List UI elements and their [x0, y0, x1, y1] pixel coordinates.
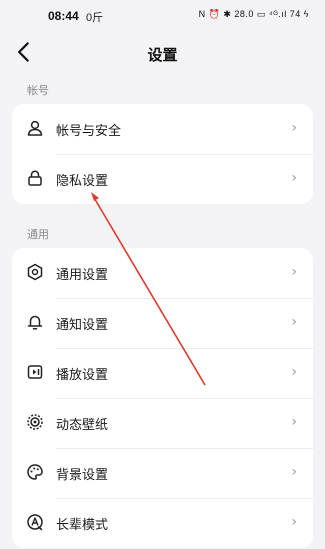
- settings-item-label: 帐号与安全: [56, 124, 122, 139]
- general-card: 通用设置 › 通知设置 › 播放设置 › 动态壁纸 › 背景设置 › 长辈模式 …: [12, 248, 313, 548]
- play-settings-icon: [26, 363, 44, 381]
- elder-mode-icon: [26, 513, 44, 531]
- gear-icon: [26, 263, 44, 281]
- status-icons: N ⏰ ✱ 28.0 ▭ ⁴ᴳ.ıl 74 ϟ: [198, 9, 309, 19]
- chevron-right-icon: ›: [291, 314, 297, 330]
- lock-icon: [26, 169, 44, 187]
- chevron-right-icon: ›: [291, 514, 297, 530]
- chevron-right-icon: ›: [291, 414, 297, 430]
- chevron-right-icon: ›: [291, 170, 297, 186]
- nav-bar: 设置: [0, 32, 325, 74]
- account-card: 帐号与安全 › 隐私设置 ›: [12, 104, 313, 204]
- section-header-general: 通用: [27, 228, 49, 241]
- settings-item-label: 隐私设置: [56, 174, 109, 189]
- settings-item-background[interactable]: 背景设置 ›: [12, 448, 313, 498]
- settings-item-general[interactable]: 通用设置 ›: [12, 248, 313, 298]
- settings-item-label: 通用设置: [56, 268, 109, 283]
- person-icon: [26, 119, 44, 137]
- settings-item-label: 背景设置: [56, 468, 109, 483]
- settings-item-account-security[interactable]: 帐号与安全 ›: [12, 104, 313, 154]
- settings-item-notification[interactable]: 通知设置 ›: [12, 298, 313, 348]
- page-title: 设置: [147, 46, 178, 64]
- status-bar: 08:44 0斤 N ⏰ ✱ 28.0 ▭ ⁴ᴳ.ıl 74 ϟ: [0, 0, 325, 30]
- settings-item-label: 通知设置: [56, 318, 109, 333]
- status-time: 08:44: [48, 9, 79, 23]
- settings-item-label: 动态壁纸: [56, 418, 109, 433]
- settings-item-privacy[interactable]: 隐私设置 ›: [12, 154, 313, 204]
- section-header-account: 帐号: [27, 84, 49, 97]
- settings-item-label: 长辈模式: [56, 518, 109, 533]
- palette-icon: [26, 463, 44, 481]
- chevron-right-icon: ›: [291, 264, 297, 280]
- status-indicator: 0斤: [86, 12, 104, 24]
- settings-item-label: 播放设置: [56, 368, 109, 383]
- bell-icon: [26, 313, 44, 331]
- settings-item-elder-mode[interactable]: 长辈模式 ›: [12, 498, 313, 548]
- wallpaper-icon: [26, 413, 44, 431]
- chevron-right-icon: ›: [291, 120, 297, 136]
- chevron-right-icon: ›: [291, 364, 297, 380]
- settings-item-playback[interactable]: 播放设置 ›: [12, 348, 313, 398]
- chevron-right-icon: ›: [291, 464, 297, 480]
- settings-item-live-wallpaper[interactable]: 动态壁纸 ›: [12, 398, 313, 448]
